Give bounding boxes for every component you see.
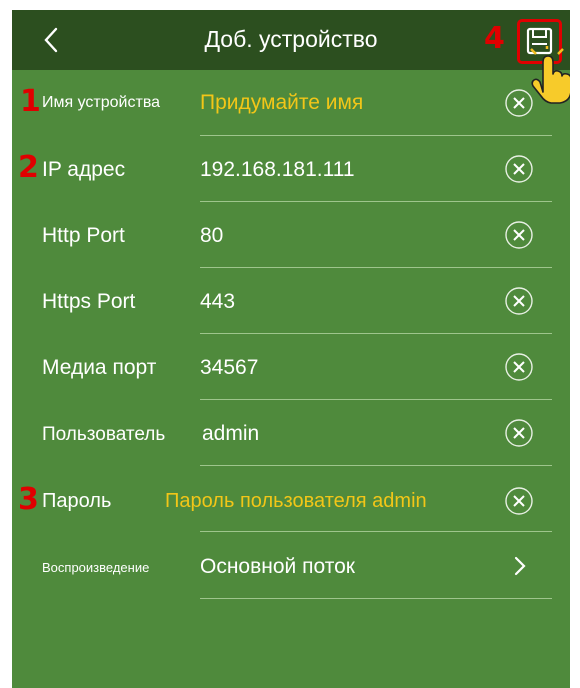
- clear-icon[interactable]: [504, 418, 534, 448]
- http-port-input[interactable]: 80: [200, 224, 223, 248]
- username-row: Пользователь admin: [12, 400, 570, 466]
- http-port-label: Http Port: [42, 224, 125, 247]
- header-bar: Доб. устройство 4: [12, 10, 570, 70]
- username-input[interactable]: admin: [202, 422, 259, 446]
- playback-value[interactable]: Основной поток: [200, 555, 355, 579]
- step-marker-3: 3: [18, 482, 39, 517]
- clear-icon[interactable]: [504, 220, 534, 250]
- chevron-right-icon[interactable]: [510, 553, 530, 579]
- ip-address-row: 2 IP адрес 192.168.181.111: [12, 136, 570, 202]
- https-port-input[interactable]: 443: [200, 290, 235, 314]
- step-marker-2: 2: [18, 150, 39, 185]
- media-port-label: Медиа порт: [42, 356, 157, 379]
- add-device-screen: Доб. устройство 4 1 Имя устройства Приду…: [12, 10, 570, 688]
- playback-row[interactable]: Воспроизведение Основной поток: [12, 532, 570, 599]
- step-marker-4: 4: [484, 21, 505, 56]
- media-port-row: Медиа порт 34567: [12, 334, 570, 400]
- password-label: Пароль: [42, 490, 112, 512]
- clear-icon[interactable]: [504, 286, 534, 316]
- clear-icon[interactable]: [504, 154, 534, 184]
- device-name-label: Имя устройства: [42, 94, 161, 111]
- password-input[interactable]: Пароль пользователя admin: [165, 490, 427, 513]
- ip-address-input[interactable]: 192.168.181.111: [200, 158, 355, 182]
- device-name-input[interactable]: Придумайте имя: [200, 91, 363, 115]
- https-port-label: Https Port: [42, 290, 136, 313]
- media-port-input[interactable]: 34567: [200, 356, 258, 380]
- clear-icon[interactable]: [504, 486, 534, 516]
- username-label: Пользователь: [42, 424, 166, 445]
- password-row: 3 Пароль Пароль пользователя admin: [12, 466, 570, 532]
- ip-address-label: IP адрес: [42, 158, 126, 181]
- clear-icon[interactable]: [504, 352, 534, 382]
- device-name-row: 1 Имя устройства Придумайте имя: [12, 70, 570, 136]
- clear-icon[interactable]: [504, 88, 534, 118]
- step-marker-1: 1: [20, 84, 41, 119]
- https-port-row: Https Port 443: [12, 268, 570, 334]
- divider: [200, 598, 552, 599]
- playback-label: Воспроизведение: [42, 560, 150, 575]
- http-port-row: Http Port 80: [12, 202, 570, 268]
